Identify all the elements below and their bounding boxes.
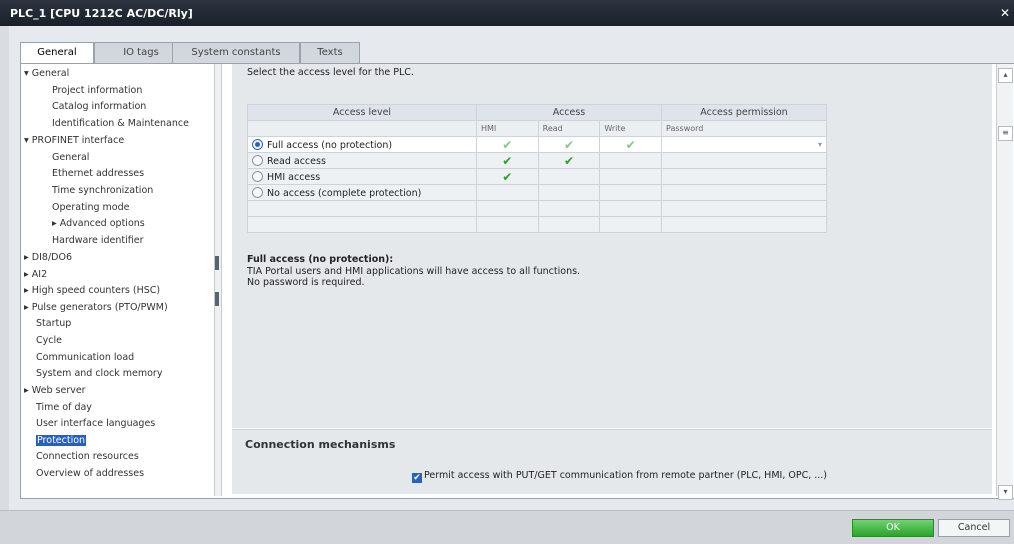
check-icon: ✔ xyxy=(502,137,513,152)
tree-item-identification-maintenance[interactable]: Identification & Maintenance xyxy=(52,118,189,129)
password-field[interactable]: ▾ xyxy=(661,136,827,153)
splitter-handle-top[interactable] xyxy=(215,256,219,270)
subheader-read: Read xyxy=(537,120,601,137)
tree-item-startup[interactable]: Startup xyxy=(36,318,71,329)
tree-item-communication-load[interactable]: Communication load xyxy=(36,352,134,363)
check-icon: ✔ xyxy=(502,169,513,184)
tree-item-profinet-interface[interactable]: ▾ PROFINET interface xyxy=(24,135,124,146)
check-icon: ✔ xyxy=(625,137,636,152)
description-line-1: TIA Portal users and HMI applications wi… xyxy=(247,266,581,277)
scroll-grip-icon[interactable]: ≡ xyxy=(998,126,1013,141)
put-get-checkbox-label: Permit access with PUT/GET communication… xyxy=(424,470,828,481)
panel-splitter[interactable] xyxy=(214,64,222,496)
tab-texts[interactable]: Texts xyxy=(300,42,360,64)
window-title: PLC_1 [CPU 1212C AC/DC/Rly] xyxy=(10,7,193,20)
put-get-checkbox-row[interactable]: ✔ Permit access with PUT/GET communicatio… xyxy=(412,470,827,483)
tree-item-system-clock-memory[interactable]: System and clock memory xyxy=(36,368,162,379)
label-full-access: Full access (no protection) xyxy=(267,139,393,151)
label-read-access: Read access xyxy=(267,155,326,167)
subheader-password: Password xyxy=(661,120,827,137)
table-row xyxy=(247,216,827,233)
tree-item-general[interactable]: ▾ General xyxy=(24,68,69,79)
tree-item-advanced-options[interactable]: ▸ Advanced options xyxy=(52,218,145,229)
splitter-handle-bottom[interactable] xyxy=(215,292,219,306)
table-row[interactable]: HMI access ✔ xyxy=(247,168,827,185)
tree-item-cycle[interactable]: Cycle xyxy=(36,335,62,346)
tree-item-time-synchronization[interactable]: Time synchronization xyxy=(52,185,153,196)
scroll-down-button[interactable]: ▾ xyxy=(998,485,1013,500)
label-no-access: No access (complete protection) xyxy=(267,187,422,199)
table-row[interactable]: Read access ✔ ✔ xyxy=(247,152,827,169)
radio-full-access[interactable] xyxy=(252,138,263,150)
description-line-2: No password is required. xyxy=(247,277,365,288)
table-row[interactable]: Full access (no protection) ✔ ✔ ✔ ▾ xyxy=(247,136,827,153)
cancel-button[interactable]: Cancel xyxy=(938,519,1010,537)
tree-item-project-information[interactable]: Project information xyxy=(52,85,142,96)
tree-item-protection-label: Protection xyxy=(36,435,87,446)
dropdown-arrow-icon[interactable]: ▾ xyxy=(818,140,822,149)
tree-item-hsc[interactable]: ▸ High speed counters (HSC) xyxy=(24,285,160,296)
title-bar: PLC_1 [CPU 1212C AC/DC/Rly] ✕ xyxy=(0,0,1014,26)
tree-item-catalog-information[interactable]: Catalog information xyxy=(52,101,146,112)
ok-button[interactable]: OK xyxy=(852,519,934,537)
protection-intro-text: Select the access level for the PLC. xyxy=(247,67,414,78)
radio-no-access[interactable] xyxy=(252,186,263,198)
tree-item-user-interface-languages[interactable]: User interface languages xyxy=(36,418,155,429)
tree-item-pulse-generators[interactable]: ▸ Pulse generators (PTO/PWM) xyxy=(24,302,168,313)
tree-item-profinet-general[interactable]: General xyxy=(52,152,89,163)
tree-item-connection-resources[interactable]: Connection resources xyxy=(36,451,139,462)
navigation-tree: ▾ General Project information Catalog in… xyxy=(21,64,214,496)
close-icon[interactable]: ✕ xyxy=(1000,6,1010,20)
label-hmi-access: HMI access xyxy=(267,171,321,183)
access-level-table: Access level Access Access permission HM… xyxy=(247,104,827,233)
table-row[interactable]: No access (complete protection) xyxy=(247,184,827,201)
radio-read-access[interactable] xyxy=(252,154,263,166)
tree-item-di8-do6[interactable]: ▸ DI8/DO6 xyxy=(24,252,72,263)
tree-item-web-server[interactable]: ▸ Web server xyxy=(24,385,86,396)
subheader-hmi: HMI xyxy=(476,120,539,137)
subheader-blank xyxy=(247,120,477,137)
check-icon: ✔ xyxy=(563,153,575,168)
subheader-write: Write xyxy=(599,120,662,137)
tab-general[interactable]: General xyxy=(20,42,94,65)
check-icon: ✔ xyxy=(563,137,575,152)
connection-heading: Connection mechanisms xyxy=(245,438,396,451)
tree-item-protection[interactable]: Protection xyxy=(36,435,87,446)
check-icon: ✔ xyxy=(502,153,513,168)
header-access-permission: Access permission xyxy=(661,104,827,121)
tree-item-ai2[interactable]: ▸ AI2 xyxy=(24,269,47,280)
tree-item-time-of-day[interactable]: Time of day xyxy=(36,402,92,413)
description-title: Full access (no protection): xyxy=(247,254,394,265)
radio-hmi-access[interactable] xyxy=(252,170,263,182)
put-get-checkbox[interactable]: ✔ xyxy=(412,473,422,483)
tree-item-overview-of-addresses[interactable]: Overview of addresses xyxy=(36,468,144,479)
header-access-level: Access level xyxy=(247,104,477,121)
tab-system-constants[interactable]: System constants xyxy=(172,42,300,64)
tree-item-hardware-identifier[interactable]: Hardware identifier xyxy=(52,235,144,246)
tree-item-operating-mode[interactable]: Operating mode xyxy=(52,202,129,213)
tree-item-ethernet-addresses[interactable]: Ethernet addresses xyxy=(52,168,144,179)
scroll-up-button[interactable]: ▴ xyxy=(998,68,1013,83)
header-access: Access xyxy=(476,104,662,121)
table-row xyxy=(247,200,827,217)
